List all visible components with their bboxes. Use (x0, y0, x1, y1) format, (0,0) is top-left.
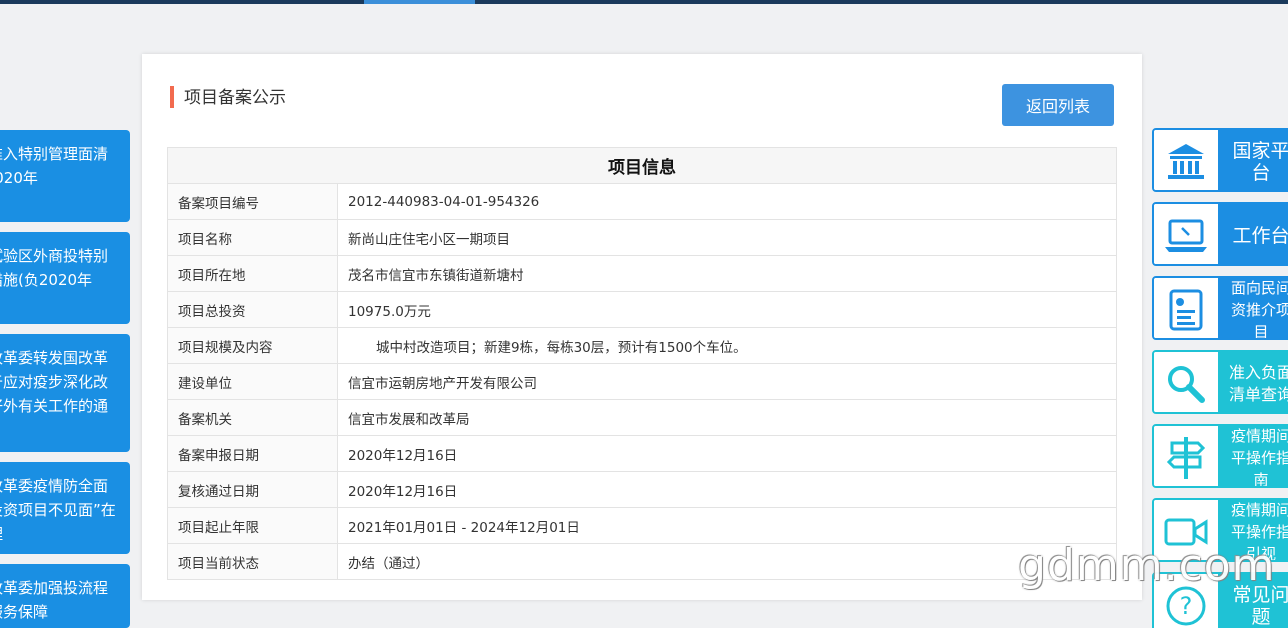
table-row: 备案机关 信宜市发展和改革局 (167, 399, 1117, 436)
row-label: 项目总投资 (167, 291, 338, 328)
title-accent-bar (170, 86, 174, 108)
back-to-list-button[interactable]: 返回列表 (1002, 84, 1114, 126)
news-card-1[interactable]: 投资准入特别管理面清单)(2020年 (0, 130, 130, 222)
table-row: 建设单位 信宜市运朝房地产开发有限公司 (167, 363, 1117, 400)
row-label: 项目名称 (167, 219, 338, 256)
news-card-text: 投资准入特别管理面清单)(2020年 (0, 145, 109, 187)
top-navigation-active-indicator (364, 0, 475, 4)
nav-tile-label: 面向民间资推介项目 (1218, 278, 1288, 338)
row-value: 2020年12月16日 (337, 471, 1117, 508)
page-title: 项目备案公示 (184, 88, 286, 108)
row-label: 项目起止年限 (167, 507, 338, 544)
laptop-icon (1154, 204, 1218, 264)
row-label: 备案项目编号 (167, 183, 338, 220)
site-watermark: gdmm.com (1018, 540, 1276, 591)
table-row: 项目名称 新尚山庄住宅小区一期项目 (167, 219, 1117, 256)
table-row: 项目所在地 茂名市信宜市东镇街道新塘村 (167, 255, 1117, 292)
row-label: 项目当前状态 (167, 543, 338, 580)
document-list-icon (1154, 278, 1218, 338)
news-card-5[interactable]: 发展改革委加强投流程审批服务保障 (0, 564, 130, 628)
row-value: 2020年12月16日 (337, 435, 1117, 472)
svg-text:?: ? (1180, 592, 1193, 620)
row-value: 2021年01月01日 - 2024年12月01日 (337, 507, 1117, 544)
row-label: 复核通过日期 (167, 471, 338, 508)
project-info-table: 项目信息 备案项目编号 2012-440983-04-01-954326 项目名称… (167, 147, 1117, 580)
nav-tile-negative-list-query[interactable]: 准入负面清单查询 (1152, 350, 1288, 414)
row-label: 项目所在地 (167, 255, 338, 292)
top-navigation-bar (0, 0, 1288, 4)
row-value: 2012-440983-04-01-954326 (337, 183, 1117, 220)
row-label: 建设单位 (167, 363, 338, 400)
table-row: 项目总投资 10975.0万元 (167, 291, 1117, 328)
signpost-icon (1154, 426, 1218, 486)
nav-tile-label: 疫情期间平操作指南 (1218, 426, 1288, 486)
row-value: 信宜市发展和改革局 (337, 399, 1117, 436)
row-label: 项目规模及内容 (167, 327, 338, 364)
table-header: 项目信息 (167, 147, 1117, 184)
row-label: 备案机关 (167, 399, 338, 436)
table-row: 复核通过日期 2020年12月16日 (167, 471, 1117, 508)
row-value: 茂名市信宜市东镇街道新塘村 (337, 255, 1117, 292)
nav-tile-private-capital-projects[interactable]: 面向民间资推介项目 (1152, 276, 1288, 340)
nav-tile-label: 国家平台 (1218, 130, 1288, 190)
nav-tile-national-platform[interactable]: 国家平台 (1152, 128, 1288, 192)
news-card-text: 贸易试验区外商投特别管理措施(负2020年版)》 (0, 247, 109, 289)
row-value: 办结（通过） (337, 543, 1117, 580)
news-card-4[interactable]: 发展改革委疫情防全面实行投资项目不见面”在线办理 (0, 462, 130, 554)
search-icon (1154, 352, 1218, 412)
table-row: 项目起止年限 2021年01月01日 - 2024年12月01日 (167, 507, 1117, 544)
row-value: 城中村改造项目；新建9栋，每栋30层，预计有1500个车位。 (337, 327, 1117, 364)
row-value: 新尚山庄住宅小区一期项目 (337, 219, 1117, 256)
row-value: 10975.0万元 (337, 291, 1117, 328)
table-row: 项目规模及内容 城中村改造项目；新建9栋，每栋30层，预计有1500个车位。 (167, 327, 1117, 364)
nav-tile-label: 工作台 (1218, 204, 1288, 264)
row-label: 备案申报日期 (167, 435, 338, 472)
news-card-2[interactable]: 贸易试验区外商投特别管理措施(负2020年版)》 (0, 232, 130, 324)
news-card-text: 发展改革委转发国改革委关于应对疫步深化改革做好外有关工作的通知 (0, 349, 109, 415)
nav-tile-label: 准入负面清单查询 (1218, 352, 1288, 412)
institution-icon (1154, 130, 1218, 190)
nav-tile-workbench[interactable]: 工作台 (1152, 202, 1288, 266)
table-row: 备案项目编号 2012-440983-04-01-954326 (167, 183, 1117, 220)
project-record-panel: 项目备案公示 返回列表 项目信息 备案项目编号 2012-440983-04-01… (142, 54, 1142, 600)
news-card-text: 发展改革委加强投流程审批服务保障 (0, 579, 109, 621)
news-card-3[interactable]: 发展改革委转发国改革委关于应对疫步深化改革做好外有关工作的通知 (0, 334, 130, 452)
nav-tile-epidemic-guide[interactable]: 疫情期间平操作指南 (1152, 424, 1288, 488)
table-row: 备案申报日期 2020年12月16日 (167, 435, 1117, 472)
row-value: 信宜市运朝房地产开发有限公司 (337, 363, 1117, 400)
news-card-text: 发展改革委疫情防全面实行投资项目不见面”在线办理 (0, 477, 116, 543)
table-row: 项目当前状态 办结（通过） (167, 543, 1117, 580)
